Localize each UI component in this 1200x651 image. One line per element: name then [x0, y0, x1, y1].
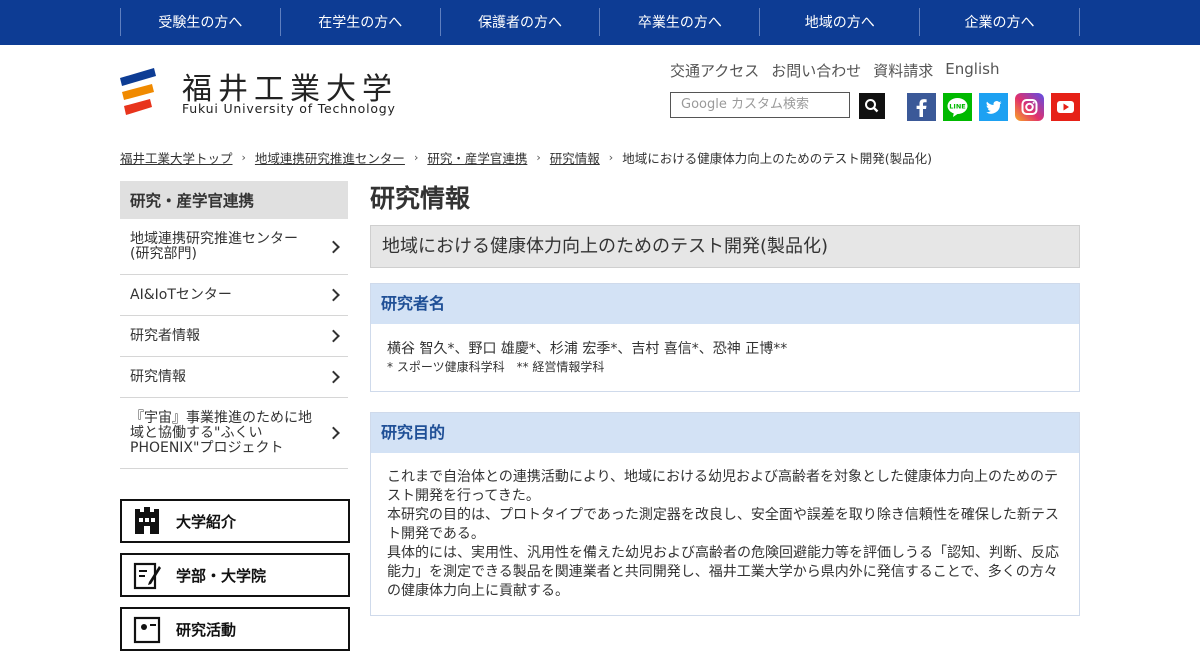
page-title: 研究情報: [370, 184, 471, 213]
sidebar-menu: 地域連携研究推進センター (研究部門) AI&IoTセンター 研究者情報 研究情…: [120, 219, 348, 469]
research-activities-button[interactable]: 研究活動: [120, 607, 350, 651]
top-navigation: 受験生の方へ 在学生の方へ 保護者の方へ 卒業生の方へ 地域の方へ 企業の方へ: [0, 0, 1200, 45]
researcher-names: 横谷 智久*、野口 雄慶*、杉浦 宏季*、吉村 喜信*、恐神 正博**: [387, 341, 788, 357]
chevron-right-icon: ›: [536, 151, 541, 164]
chevron-right-icon: [327, 288, 340, 302]
search-button[interactable]: [859, 93, 885, 119]
chevron-right-icon: [327, 240, 340, 253]
edit-note-icon: [133, 562, 161, 590]
chevron-right-icon: ›: [608, 151, 614, 164]
nav-item-students[interactable]: 在学生の方へ: [279, 8, 440, 36]
search-icon: [865, 99, 879, 113]
svg-text:LINE: LINE: [949, 103, 965, 111]
about-university-label: 大学紹介: [176, 512, 237, 531]
breadcrumb-link-center[interactable]: 地域連携研究推進センター: [255, 148, 405, 167]
util-link-access[interactable]: 交通アクセス: [670, 60, 759, 81]
purpose-text: これまで自治体との連携活動により、地域における幼児および高齢者を対象とした健康体…: [387, 469, 1059, 599]
breadcrumb-link-top[interactable]: 福井工業大学トップ: [120, 148, 233, 167]
util-link-contact[interactable]: お問い合わせ: [771, 60, 861, 81]
sidebar-item-center[interactable]: 地域連携研究推進センター (研究部門): [120, 219, 348, 275]
social-links: LINE: [907, 93, 1080, 121]
nav-item-applicants[interactable]: 受験生の方へ: [120, 8, 280, 36]
util-link-english[interactable]: English: [945, 60, 999, 81]
utility-links: 交通アクセス お問い合わせ 資料請求 English: [670, 60, 999, 81]
instagram-icon[interactable]: [1015, 93, 1044, 121]
breadcrumb-current: 地域における健康体力向上のためのテスト開発(製品化): [622, 151, 932, 166]
faculties-button[interactable]: 学部・大学院: [120, 553, 350, 597]
util-link-brochure[interactable]: 資料請求: [873, 60, 933, 81]
chevron-right-icon: [327, 370, 340, 384]
researcher-affiliations: * スポーツ健康科学科 ** 経営情報学科: [387, 360, 605, 374]
chevron-right-icon: [327, 426, 340, 440]
chevron-right-icon: ›: [241, 151, 246, 164]
breadcrumb-link-research[interactable]: 研究・産学官連携: [427, 148, 527, 167]
sidebar-heading: 研究・産学官連携: [120, 181, 348, 219]
logo-mark-icon: [120, 68, 156, 115]
twitter-icon[interactable]: [979, 93, 1008, 121]
breadcrumb-link-research-info[interactable]: 研究情報: [550, 148, 600, 167]
sidebar-item-label: 研究情報: [130, 368, 186, 385]
search-input[interactable]: Google カスタム検索: [670, 92, 850, 118]
nav-item-alumni[interactable]: 卒業生の方へ: [599, 8, 759, 36]
youtube-icon[interactable]: [1051, 93, 1080, 121]
chevron-right-icon: [327, 329, 340, 343]
facebook-icon[interactable]: [907, 93, 936, 121]
nav-item-parents[interactable]: 保護者の方へ: [439, 8, 600, 36]
chevron-right-icon: ›: [413, 151, 419, 164]
purpose-section: 研究目的 これまで自治体との連携活動により、地域における幼児および高齢者を対象と…: [370, 412, 1080, 616]
research-title: 地域における健康体力向上のためのテスト開発(製品化): [370, 225, 1080, 268]
building-icon: [135, 507, 159, 534]
sidebar-item-research-info[interactable]: 研究情報: [120, 357, 348, 398]
line-icon[interactable]: LINE: [943, 93, 972, 121]
breadcrumb: 福井工業大学トップ › 地域連携研究推進センター › 研究・産学官連携 › 研究…: [120, 148, 932, 167]
about-university-button[interactable]: 大学紹介: [120, 499, 350, 543]
research-activities-label: 研究活動: [176, 620, 237, 639]
sidebar-item-label: 地域連携研究推進センター (研究部門): [130, 230, 298, 262]
researchers-heading: 研究者名: [371, 284, 1079, 324]
sidebar-item-ai-iot[interactable]: AI&IoTセンター: [120, 275, 348, 316]
nav-item-companies[interactable]: 企業の方へ: [919, 8, 1080, 36]
university-logo[interactable]: 福井工業大学 Fukui University of Technology: [120, 66, 400, 120]
sidebar-item-label: 『宇宙』事業推進のために地域と協働する"ふくいPHOENIX"プロジェクト: [130, 409, 312, 456]
purpose-heading: 研究目的: [371, 413, 1079, 453]
logo-subtitle: Fukui University of Technology: [182, 101, 396, 116]
faculties-label: 学部・大学院: [176, 566, 267, 585]
sidebar-item-label: 研究者情報: [130, 327, 200, 344]
researchers-section: 研究者名 横谷 智久*、野口 雄慶*、杉浦 宏季*、吉村 喜信*、恐神 正博**…: [370, 283, 1080, 392]
nav-item-community[interactable]: 地域の方へ: [759, 8, 919, 36]
sidebar-item-researchers[interactable]: 研究者情報: [120, 316, 348, 357]
sidebar-item-phoenix[interactable]: 『宇宙』事業推進のために地域と協働する"ふくいPHOENIX"プロジェクト: [120, 398, 348, 469]
sidebar-item-label: AI&IoTセンター: [130, 286, 232, 303]
research-icon: [133, 616, 161, 644]
